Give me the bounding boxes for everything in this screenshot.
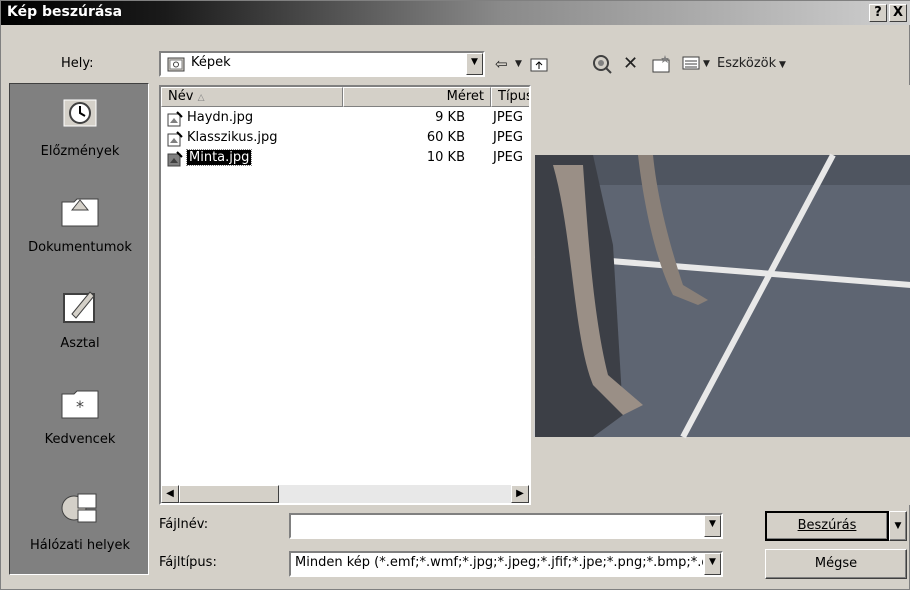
jpeg-file-icon bbox=[167, 151, 183, 167]
column-header-size[interactable]: Méret bbox=[343, 87, 491, 107]
insert-picture-dialog: Kép beszúrása ? X Hely: Képek ▼ ⇦ ▼ ✕ ▼ … bbox=[0, 0, 910, 590]
filetype-dropdown-button[interactable]: ▼ bbox=[704, 553, 721, 575]
file-size: 9 KB bbox=[435, 110, 465, 125]
back-arrow-icon[interactable]: ⇦ bbox=[495, 53, 508, 75]
location-combo[interactable]: Képek ▼ bbox=[159, 51, 485, 77]
documents-folder-icon bbox=[58, 190, 102, 230]
file-name: Minta.jpg bbox=[185, 149, 253, 166]
delete-icon[interactable]: ✕ bbox=[623, 53, 638, 75]
place-history[interactable]: Előzmények bbox=[10, 84, 150, 180]
scroll-left-button[interactable]: ◀ bbox=[161, 485, 179, 503]
window-title: Kép beszúrása bbox=[7, 4, 123, 20]
network-places-icon bbox=[58, 488, 102, 528]
file-row[interactable]: Haydn.jpg 9 KB JPEG bbox=[161, 109, 529, 129]
preview-pane bbox=[533, 85, 910, 505]
place-documents[interactable]: Dokumentumok bbox=[10, 180, 150, 276]
preview-image bbox=[533, 153, 910, 439]
jpeg-file-icon bbox=[167, 131, 183, 147]
column-header-type[interactable]: Típus bbox=[491, 87, 529, 107]
file-type: JPEG bbox=[493, 130, 523, 145]
horizontal-scrollbar[interactable]: ◀ ▶ bbox=[161, 485, 529, 503]
jpeg-file-icon bbox=[167, 111, 183, 127]
location-label: Hely: bbox=[61, 56, 94, 71]
place-desktop[interactable]: Asztal bbox=[10, 276, 150, 372]
place-network[interactable]: Hálózati helyek bbox=[10, 478, 150, 574]
column-header-name[interactable]: Név △ bbox=[161, 87, 343, 107]
file-name: Klasszikus.jpg bbox=[187, 130, 278, 145]
file-row-selected[interactable]: Minta.jpg 10 KB JPEG bbox=[161, 149, 529, 169]
place-label: Előzmények bbox=[40, 144, 120, 159]
title-bar: Kép beszúrása bbox=[1, 1, 910, 25]
filename-dropdown-button[interactable]: ▼ bbox=[704, 515, 721, 537]
favorites-folder-icon: * bbox=[58, 382, 102, 422]
up-folder-icon[interactable] bbox=[529, 53, 549, 75]
views-dropdown-icon[interactable]: ▼ bbox=[703, 53, 710, 75]
desktop-icon bbox=[58, 286, 102, 326]
file-type: JPEG bbox=[493, 150, 523, 165]
search-web-icon[interactable] bbox=[591, 53, 613, 75]
cancel-button[interactable]: Mégse bbox=[765, 549, 907, 579]
place-label: Dokumentumok bbox=[28, 240, 132, 255]
file-type: JPEG bbox=[493, 110, 523, 125]
filename-combo[interactable]: ▼ bbox=[289, 513, 723, 539]
place-label: Kedvencek bbox=[44, 432, 116, 447]
help-button[interactable]: ? bbox=[869, 4, 887, 22]
svg-text:*: * bbox=[76, 397, 84, 416]
file-row[interactable]: Klasszikus.jpg 60 KB JPEG bbox=[161, 129, 529, 149]
place-label: Asztal bbox=[60, 336, 100, 351]
location-value: Képek bbox=[191, 55, 231, 70]
tools-menu[interactable]: Eszközök ▼ bbox=[717, 53, 786, 75]
places-bar: Előzmények Dokumentumok Asztal * Kedvenc… bbox=[9, 83, 149, 575]
back-dropdown-icon[interactable]: ▼ bbox=[515, 53, 522, 75]
place-favorites[interactable]: * Kedvencek bbox=[10, 372, 150, 468]
file-list: Név △ Méret Típus Haydn.jpg 9 KB JPEG Kl… bbox=[159, 85, 531, 505]
filetype-label: Fájltípus: bbox=[159, 555, 217, 570]
location-dropdown-button[interactable]: ▼ bbox=[466, 53, 483, 75]
views-icon[interactable] bbox=[681, 53, 701, 75]
file-name: Haydn.jpg bbox=[187, 110, 254, 125]
new-folder-icon[interactable] bbox=[651, 53, 673, 75]
filename-label: Fájlnév: bbox=[159, 517, 209, 532]
scrollbar-thumb[interactable] bbox=[179, 485, 279, 503]
place-label: Hálózati helyek bbox=[29, 538, 130, 553]
history-icon bbox=[58, 94, 102, 134]
scroll-right-button[interactable]: ▶ bbox=[511, 485, 529, 503]
file-size: 10 KB bbox=[426, 150, 465, 165]
file-size: 60 KB bbox=[426, 130, 465, 145]
filetype-combo[interactable]: Minden kép (*.emf;*.wmf;*.jpg;*.jpeg;*.j… bbox=[289, 551, 723, 577]
insert-options-dropdown-button[interactable]: ▼ bbox=[889, 511, 907, 541]
pictures-folder-icon bbox=[167, 56, 185, 72]
sort-ascending-icon: △ bbox=[197, 93, 205, 103]
insert-button[interactable]: Beszúrás bbox=[765, 511, 889, 541]
filetype-value: Minden kép (*.emf;*.wmf;*.jpg;*.jpeg;*.j… bbox=[295, 555, 703, 570]
close-button[interactable]: X bbox=[889, 4, 907, 22]
